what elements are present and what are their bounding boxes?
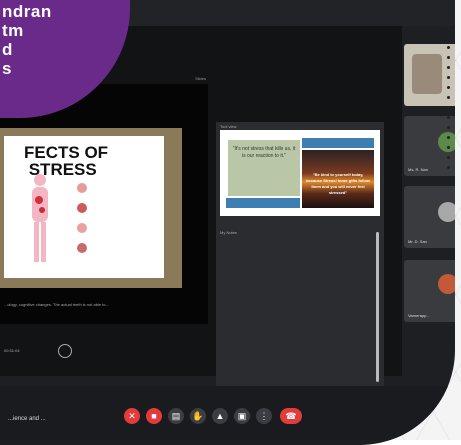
body-diagram-icon bbox=[32, 174, 48, 262]
captions-icon[interactable]: ▤ bbox=[168, 408, 184, 424]
participant-video bbox=[412, 54, 442, 94]
panel-label-right: Tool view bbox=[220, 124, 237, 129]
participant-list: Ms. R. Nan Mr. D. San Varnerapp... bbox=[404, 36, 455, 356]
control-bar: ...ience and ... ✕ ■ ▤ ✋ ▲ ▣ ⋮ ☎ bbox=[0, 386, 455, 440]
panel-label: Slides bbox=[195, 76, 206, 81]
quote-cards: "It's not stress that kills us, it is ou… bbox=[220, 130, 380, 216]
participant-name: Mr. D. San bbox=[408, 239, 427, 244]
quote-card-sunset: "Be kind to yourself today, because Stre… bbox=[302, 150, 374, 208]
end-call-button[interactable]: ☎ bbox=[280, 408, 302, 424]
avatar bbox=[438, 202, 455, 222]
quote-banner-top bbox=[302, 138, 374, 148]
scrollbar[interactable] bbox=[376, 232, 379, 382]
participant-tile[interactable]: Mr. D. San bbox=[404, 186, 455, 248]
mic-off-icon[interactable]: ✕ bbox=[124, 408, 140, 424]
participant-tile[interactable]: Ms. R. Nan bbox=[404, 116, 455, 176]
quote-text: "It's not stress that kills us, it is ou… bbox=[232, 146, 296, 159]
participant-tile[interactable]: Varnerapp... bbox=[404, 260, 455, 322]
reactions-icon[interactable]: ▣ bbox=[234, 408, 250, 424]
quote-card-green: "It's not stress that kills us, it is ou… bbox=[228, 140, 300, 196]
meeting-title: ...ience and ... bbox=[8, 416, 46, 422]
avatar bbox=[438, 132, 455, 152]
more-options-icon[interactable]: ⋮ bbox=[256, 408, 272, 424]
quote-banner bbox=[226, 198, 300, 208]
participant-name: Ms. R. Nan bbox=[408, 167, 429, 172]
screen-share-icon[interactable] bbox=[58, 344, 72, 358]
notes-label: My Notes bbox=[220, 230, 237, 235]
slide-frame: FECTS OF STRESS bbox=[0, 128, 182, 288]
participant-name: Varnerapp... bbox=[408, 313, 430, 318]
quote-text-sunset: "Be kind to yourself today, because Stre… bbox=[306, 172, 370, 195]
raise-hand-icon[interactable]: ✋ bbox=[190, 408, 206, 424]
present-icon[interactable]: ▲ bbox=[212, 408, 228, 424]
caption-text: ...ology, cognitive changes. The actual … bbox=[4, 302, 109, 307]
secondary-panel: Tool view "It's not stress that kills us… bbox=[216, 122, 384, 390]
corner-text: ndran tm d s bbox=[2, 2, 52, 78]
organ-icons bbox=[77, 183, 87, 253]
presentation-panel: Slides FECTS OF STRESS ...ology, cogniti… bbox=[0, 76, 208, 324]
slide: FECTS OF STRESS bbox=[4, 136, 164, 278]
participant-tile[interactable] bbox=[404, 44, 455, 106]
video-off-icon[interactable]: ■ bbox=[146, 408, 162, 424]
timer: 00:31:04 bbox=[4, 348, 20, 353]
avatar bbox=[438, 274, 455, 294]
